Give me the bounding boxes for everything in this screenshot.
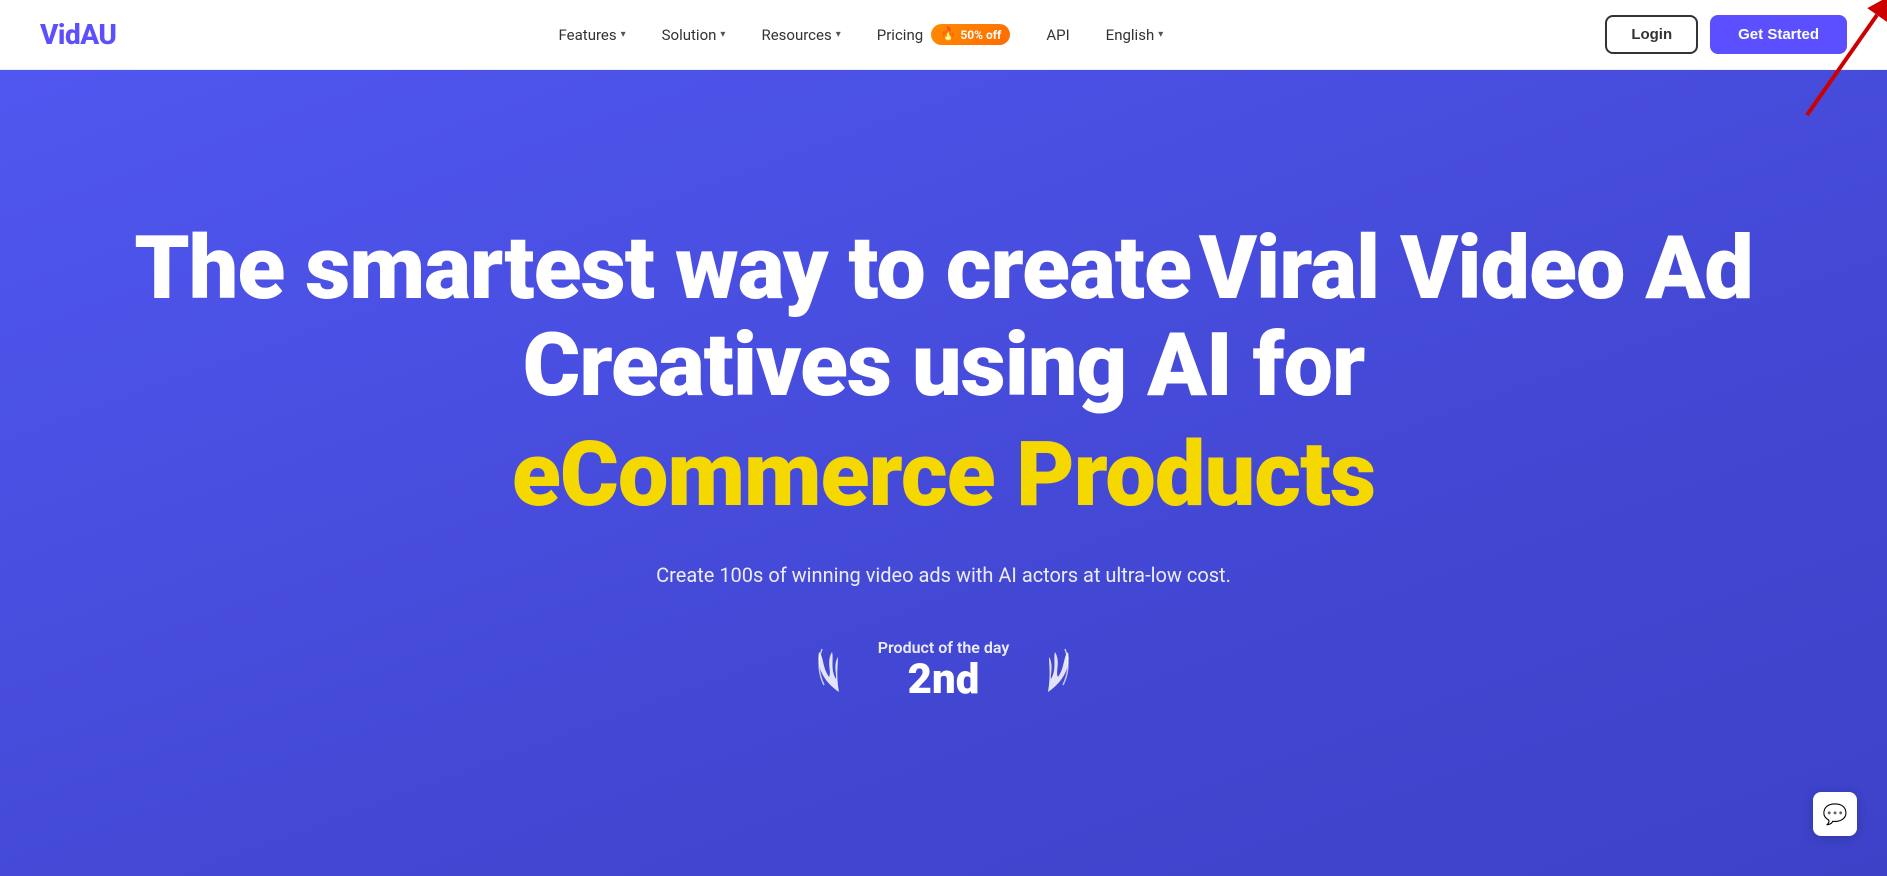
navbar-actions: Login Get Started xyxy=(1605,15,1847,54)
features-chevron-icon: ▾ xyxy=(621,29,626,40)
hero-subtitle: Create 100s of winning video ads with AI… xyxy=(656,563,1231,587)
hero-title-line1: The smartest way to create xyxy=(134,217,1191,320)
pricing-discount-text: 50% off xyxy=(960,28,1001,42)
features-label: Features xyxy=(559,26,617,44)
login-button[interactable]: Login xyxy=(1605,15,1698,54)
nav-features[interactable]: Features ▾ xyxy=(545,18,640,52)
laurel-right-icon xyxy=(1023,637,1073,705)
language-chevron-icon: ▾ xyxy=(1158,29,1163,40)
pricing-discount-badge: 🔥 50% off xyxy=(931,24,1010,45)
laurel-left-icon xyxy=(814,637,864,705)
hero-title-highlight: eCommerce Products xyxy=(40,423,1847,527)
resources-chevron-icon: ▾ xyxy=(836,29,841,40)
solution-label: Solution xyxy=(662,26,717,44)
nav-api[interactable]: API xyxy=(1032,18,1083,52)
solution-chevron-icon: ▾ xyxy=(720,29,725,40)
api-label: API xyxy=(1046,26,1069,44)
chat-widget[interactable]: 💬 xyxy=(1813,792,1857,836)
language-label: English xyxy=(1106,26,1155,44)
nav-pricing[interactable]: Pricing 🔥 50% off xyxy=(863,16,1025,53)
product-rank: 2nd xyxy=(908,657,980,703)
product-of-day-badge: Product of the day 2nd xyxy=(814,637,1074,705)
logo-au: AU xyxy=(80,18,116,51)
product-badge-text: Product of the day 2nd xyxy=(878,638,1010,703)
logo-vid: Vid xyxy=(40,18,80,51)
hero-section: The smartest way to create Viral Video A… xyxy=(0,70,1887,876)
nav-solution[interactable]: Solution ▾ xyxy=(648,18,740,52)
nav-language[interactable]: English ▾ xyxy=(1092,18,1178,52)
get-started-button[interactable]: Get Started xyxy=(1710,15,1847,54)
chat-icon: 💬 xyxy=(1823,802,1848,826)
navbar: VidAU Features ▾ Solution ▾ Resources ▾ … xyxy=(0,0,1887,70)
nav-resources[interactable]: Resources ▾ xyxy=(747,18,854,52)
fire-icon: 🔥 xyxy=(940,27,956,42)
pricing-label: Pricing xyxy=(877,26,923,44)
resources-label: Resources xyxy=(761,26,831,44)
nav-menu: Features ▾ Solution ▾ Resources ▾ Pricin… xyxy=(116,16,1605,53)
hero-title: The smartest way to create Viral Video A… xyxy=(40,221,1847,526)
brand-logo[interactable]: VidAU xyxy=(40,18,116,51)
